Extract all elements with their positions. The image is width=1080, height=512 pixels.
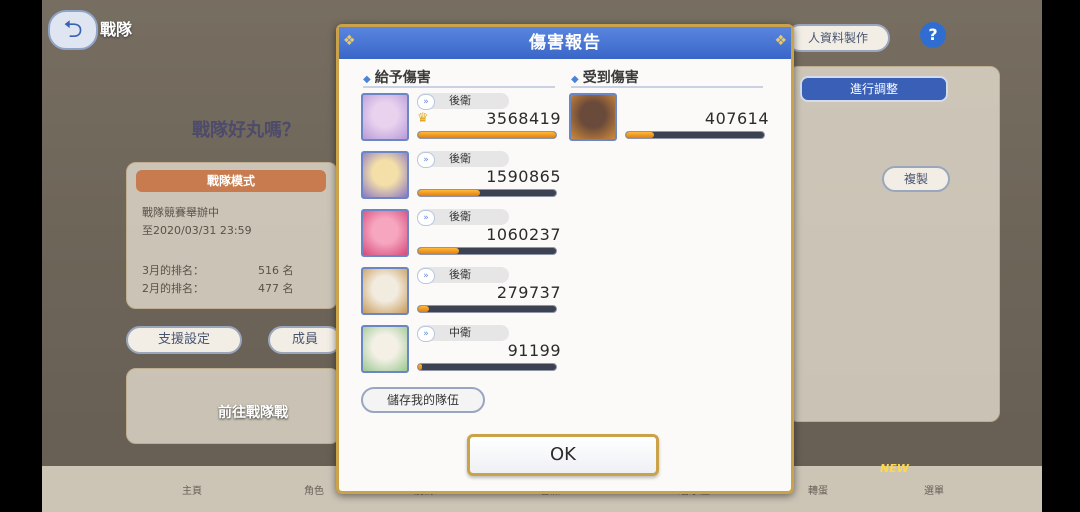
- damage-bar-fill: [418, 306, 430, 312]
- go-clan-battle-label: 前往戰隊戰: [218, 405, 288, 421]
- given-row: » 後衛 1590865: [361, 151, 561, 203]
- ok-button[interactable]: OK: [467, 434, 659, 476]
- help-icon[interactable]: ?: [920, 22, 946, 48]
- damage-bar-fill: [626, 132, 654, 138]
- back-arrow-icon: ⮌: [63, 15, 83, 43]
- header-ornament-right-icon: ❖: [774, 33, 787, 49]
- damage-bar: [417, 247, 557, 255]
- damage-bar: [625, 131, 765, 139]
- given-row: » 後衛 ♛ 3568419: [361, 93, 561, 145]
- damage-bar: [417, 189, 557, 197]
- enemy-portrait: [569, 93, 617, 141]
- nav-character[interactable]: 角色: [304, 482, 324, 497]
- nav-home[interactable]: 主頁: [182, 482, 202, 497]
- rank-label-feb: 2月的排名：: [142, 282, 204, 295]
- event-end-text: 至2020/03/31 23:59: [142, 224, 252, 237]
- rank-label-march: 3月的排名：: [142, 264, 204, 277]
- damage-value: 1060237: [486, 225, 561, 244]
- chevron-right-icon: »: [417, 210, 435, 226]
- position-pill: » 後衛: [417, 209, 509, 226]
- position-label: 後衛: [449, 210, 471, 223]
- given-row: » 中衛 91199: [361, 325, 561, 377]
- position-pill: » 中衛: [417, 325, 509, 342]
- chevron-right-icon: »: [417, 94, 435, 110]
- damage-value: 279737: [496, 283, 561, 302]
- chevron-right-icon: »: [417, 152, 435, 168]
- position-pill: » 後衛: [417, 93, 509, 110]
- damage-report-dialog: 傷害報告 ❖ ❖ ◆ 給予傷害 ◆ 受到傷害 » 後衛 ♛ 3568419 » 後衛 1…: [336, 24, 794, 494]
- received-divider: [571, 86, 763, 88]
- given-row: » 後衛 279737: [361, 267, 561, 319]
- given-row: » 後衛 1060237: [361, 209, 561, 261]
- damage-value: 1590865: [486, 167, 561, 186]
- character-portrait: [361, 93, 409, 141]
- chevron-right-icon: »: [417, 268, 435, 284]
- execute-button[interactable]: 進行調整: [800, 76, 948, 102]
- nav-menu[interactable]: 選單: [924, 482, 944, 497]
- damage-value: 91199: [507, 341, 561, 360]
- character-portrait: [361, 267, 409, 315]
- position-pill: » 後衛: [417, 267, 509, 284]
- damage-bar-fill: [418, 364, 423, 370]
- damage-bar: [417, 363, 557, 371]
- damage-bar-fill: [418, 248, 460, 254]
- given-divider: [363, 86, 555, 88]
- mode-ribbon: 戰隊模式: [136, 170, 326, 192]
- dialog-header: 傷害報告: [339, 27, 791, 59]
- character-portrait: [361, 151, 409, 199]
- rank-value-feb: 477 名: [258, 282, 294, 295]
- damage-value: 407614: [704, 109, 769, 128]
- crown-icon: ♛: [417, 111, 429, 126]
- position-label: 中衛: [449, 326, 471, 339]
- profile-button[interactable]: 人資料製作: [786, 24, 890, 52]
- character-portrait: [361, 209, 409, 257]
- position-label: 後衛: [449, 152, 471, 165]
- support-settings-button[interactable]: 支援設定: [126, 326, 242, 354]
- damage-bar: [417, 131, 557, 139]
- damage-bar-fill: [418, 132, 556, 138]
- damage-bar-fill: [418, 190, 481, 196]
- diamond-bullet-icon: ◆: [571, 74, 579, 85]
- damage-value: 3568419: [486, 109, 561, 128]
- screen-title: 戰隊: [100, 20, 133, 39]
- right-panel: [788, 66, 1000, 422]
- banner-text: 戰隊好丸嗎？: [192, 120, 300, 141]
- back-button[interactable]: ⮌: [48, 10, 98, 50]
- received-row: 407614: [569, 93, 769, 145]
- new-badge: NEW: [880, 462, 909, 475]
- given-damage-heading: ◆ 給予傷害: [363, 67, 431, 87]
- member-button[interactable]: 成員: [268, 326, 342, 354]
- position-pill: » 後衛: [417, 151, 509, 168]
- save-team-button[interactable]: 儲存我的隊伍: [361, 387, 485, 413]
- position-label: 後衛: [449, 94, 471, 107]
- copy-button[interactable]: 複製: [882, 166, 950, 192]
- diamond-bullet-icon: ◆: [363, 74, 371, 85]
- position-label: 後衛: [449, 268, 471, 281]
- character-portrait: [361, 325, 409, 373]
- received-damage-heading: ◆ 受到傷害: [571, 67, 639, 87]
- chevron-right-icon: »: [417, 326, 435, 342]
- nav-gacha[interactable]: 轉蛋: [808, 482, 828, 497]
- rank-value-march: 516 名: [258, 264, 294, 277]
- given-damage-title: 給予傷害: [374, 70, 431, 86]
- damage-bar: [417, 305, 557, 313]
- event-status-text: 戰隊競賽舉辦中: [142, 206, 219, 219]
- dialog-title: 傷害報告: [529, 33, 601, 53]
- header-ornament-left-icon: ❖: [343, 33, 356, 49]
- received-damage-title: 受到傷害: [582, 70, 639, 86]
